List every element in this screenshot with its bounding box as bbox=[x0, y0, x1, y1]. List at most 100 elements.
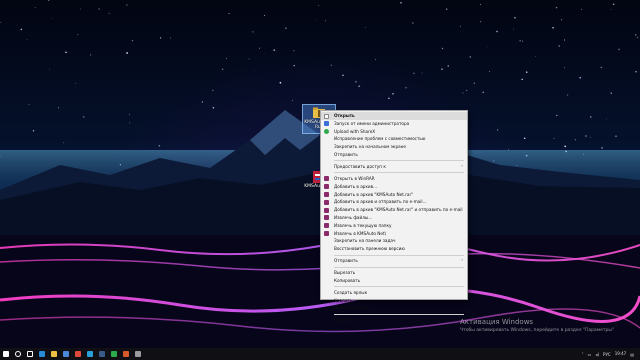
windows-start-icon bbox=[3, 351, 9, 357]
menu-item-pin-taskbar[interactable]: Закрепить на панели задач bbox=[321, 237, 467, 245]
winrar-icon bbox=[324, 231, 329, 237]
chevron-up-icon[interactable]: ˄ bbox=[582, 352, 584, 357]
clock-time: 19:47 bbox=[614, 350, 627, 356]
clock[interactable]: 19:47 bbox=[614, 350, 627, 357]
explorer-icon bbox=[51, 351, 57, 357]
menu-separator bbox=[334, 266, 464, 268]
menu-item-label: Отправить bbox=[334, 151, 358, 157]
menu-item-label: Добавить в архив "KMSAuto Net.rar" bbox=[334, 191, 414, 197]
menu-item-share-with[interactable]: Предоставить доступ к › bbox=[321, 163, 467, 171]
menu-separator bbox=[334, 160, 464, 162]
menu-item-label: Закрепить на панели задач bbox=[334, 238, 396, 244]
menu-item-label: Вырезать bbox=[334, 270, 356, 276]
menu-item-label: Отправить bbox=[334, 258, 358, 264]
menu-item-extract-here[interactable]: Извлечь в текущую папку bbox=[321, 222, 467, 230]
menu-item-label: Открыть bbox=[334, 113, 355, 118]
winrar-icon bbox=[324, 176, 329, 182]
menu-item-label: Извлечь файлы... bbox=[334, 214, 373, 220]
menu-item-label: Upload with ShareX bbox=[334, 128, 376, 134]
taskbar-button-media[interactable] bbox=[120, 348, 132, 360]
menu-item-label: Открыть в WinRAR bbox=[334, 175, 375, 181]
menu-separator bbox=[334, 172, 464, 174]
taskbar-button-search[interactable] bbox=[12, 348, 24, 360]
menu-item-label: Восстановить прежнюю версию bbox=[334, 246, 405, 252]
menu-item-upload-sharex[interactable]: Upload with ShareX bbox=[321, 128, 467, 136]
menu-item-add-archive[interactable]: Добавить в архив... bbox=[321, 183, 467, 191]
sharex-icon bbox=[111, 351, 117, 357]
taskbar-button-edge[interactable] bbox=[36, 348, 48, 360]
menu-item-pin-start[interactable]: Закрепить на начальном экране bbox=[321, 143, 467, 151]
menu-item-open-winrar[interactable]: Открыть в WinRAR bbox=[321, 175, 467, 183]
menu-item-label: Свойства bbox=[334, 317, 355, 323]
menu-item-restore-version[interactable]: Восстановить прежнюю версию bbox=[321, 245, 467, 253]
telegram-icon bbox=[87, 351, 93, 357]
network-icon[interactable]: ▭ bbox=[588, 352, 592, 357]
language-indicator[interactable]: РУС bbox=[603, 352, 611, 357]
menu-item-label: Добавить в архив "KMSAuto Net.rar" и отп… bbox=[334, 207, 463, 213]
menu-item-label: Удалить bbox=[334, 297, 353, 303]
menu-item-extract-to-folder[interactable]: Извлечь в KMSAuto Net\ bbox=[321, 230, 467, 238]
menu-item-label: Извлечь в KMSAuto Net\ bbox=[334, 230, 387, 236]
watermark-subtitle: Чтобы активировать Windows, перейдите в … bbox=[460, 328, 614, 333]
taskbar: ˄ ▭ ◂) РУС 19:47 ▤ bbox=[0, 348, 640, 360]
menu-item-label: Закрепить на начальном экране bbox=[334, 144, 406, 150]
taskbar-button-obs[interactable] bbox=[132, 348, 144, 360]
menu-item-label: Переименовать bbox=[334, 305, 369, 311]
sharex-icon bbox=[324, 129, 329, 135]
menu-item-add-archive-email[interactable]: Добавить в архив и отправить по e-mail..… bbox=[321, 198, 467, 206]
menu-item-label: Исправление проблем с совместимостью bbox=[334, 136, 426, 142]
taskbar-button-windows-start[interactable] bbox=[0, 348, 12, 360]
menu-item-extract-files[interactable]: Извлечь файлы... bbox=[321, 214, 467, 222]
volume-icon[interactable]: ◂) bbox=[595, 352, 599, 357]
menu-item-rename[interactable]: Переименовать bbox=[321, 304, 467, 312]
taskbar-button-store[interactable] bbox=[60, 348, 72, 360]
menu-item-properties[interactable]: Свойства bbox=[321, 316, 467, 324]
winrar-icon bbox=[324, 184, 329, 190]
menu-item-label: Запуск от имени администратора bbox=[334, 120, 410, 126]
menu-item-add-rar-email[interactable]: Добавить в архив "KMSAuto Net.rar" и отп… bbox=[321, 206, 467, 214]
watermark-title: Активация Windows bbox=[460, 318, 534, 326]
store-icon bbox=[63, 351, 69, 357]
winrar-icon bbox=[324, 192, 329, 198]
menu-item-open[interactable]: Открыть bbox=[321, 112, 467, 120]
windows-activation-watermark: Активация Windows Чтобы активировать Win… bbox=[460, 318, 614, 333]
chrome-icon bbox=[75, 351, 81, 357]
menu-item-run-as-admin[interactable]: Запуск от имени администратора bbox=[321, 120, 467, 128]
open-icon bbox=[324, 113, 329, 119]
system-tray: ˄ ▭ ◂) РУС 19:47 ▤ bbox=[582, 348, 634, 360]
context-menu: Открыть Запуск от имени администратора U… bbox=[320, 110, 468, 322]
taskbar-button-task-view[interactable] bbox=[24, 348, 36, 360]
menu-separator bbox=[334, 254, 464, 256]
menu-item-send-to[interactable]: Отправить › bbox=[321, 257, 467, 265]
menu-item-create-shortcut[interactable]: Создать ярлык bbox=[321, 289, 467, 297]
winrar-icon bbox=[324, 223, 329, 229]
edge-icon bbox=[39, 351, 45, 357]
taskbar-button-sharex[interactable] bbox=[108, 348, 120, 360]
taskbar-button-steam[interactable] bbox=[96, 348, 108, 360]
task-view-icon bbox=[27, 351, 33, 357]
menu-item-compatibility[interactable]: Исправление проблем с совместимостью bbox=[321, 135, 467, 143]
menu-item-send[interactable]: Отправить bbox=[321, 151, 467, 159]
notifications-icon[interactable]: ▤ bbox=[630, 352, 634, 357]
menu-item-add-rar[interactable]: Добавить в архив "KMSAuto Net.rar" bbox=[321, 191, 467, 199]
obs-icon bbox=[135, 351, 141, 357]
taskbar-button-chrome[interactable] bbox=[72, 348, 84, 360]
menu-item-label: Создать ярлык bbox=[334, 289, 368, 295]
winrar-icon bbox=[324, 215, 329, 221]
menu-item-delete[interactable]: Удалить bbox=[321, 297, 467, 305]
chevron-right-icon: › bbox=[461, 258, 463, 264]
taskbar-button-explorer[interactable] bbox=[48, 348, 60, 360]
steam-icon bbox=[99, 351, 105, 357]
menu-item-copy[interactable]: Копировать bbox=[321, 277, 467, 285]
menu-item-label: Извлечь в текущую папку bbox=[334, 222, 392, 228]
chevron-right-icon: › bbox=[461, 163, 463, 169]
menu-item-cut[interactable]: Вырезать bbox=[321, 269, 467, 277]
taskbar-button-telegram[interactable] bbox=[84, 348, 96, 360]
winrar-icon bbox=[324, 199, 329, 205]
menu-item-label: Предоставить доступ к bbox=[334, 163, 386, 169]
menu-item-label: Добавить в архив и отправить по e-mail..… bbox=[334, 199, 427, 205]
taskbar-apps bbox=[0, 348, 144, 360]
media-icon bbox=[123, 351, 129, 357]
menu-item-label: Копировать bbox=[334, 277, 361, 283]
winrar-icon bbox=[324, 207, 329, 213]
